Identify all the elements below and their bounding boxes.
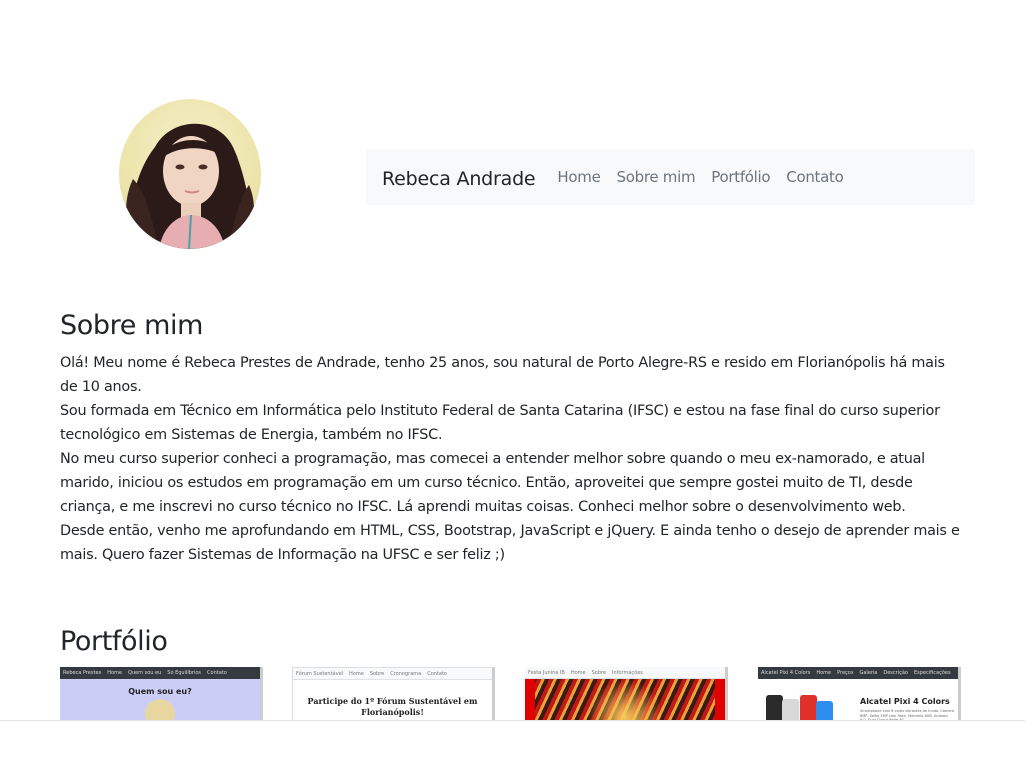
profile-photo bbox=[119, 99, 261, 249]
thumb-navbar: Fórum Sustentável Home Sobre Cronograma … bbox=[293, 668, 492, 680]
about-heading: Sobre mim bbox=[60, 310, 204, 341]
thumb-nav-text: Sobre bbox=[369, 670, 385, 677]
thumb-navbar: Alcatel Pixi 4 Colors Home Preços Galeri… bbox=[758, 667, 958, 679]
about-paragraph: Desde então, venho me aprofundando em HT… bbox=[60, 523, 960, 563]
nav-link-home[interactable]: Home bbox=[557, 168, 600, 186]
thumb-nav-text: Contato bbox=[207, 670, 227, 676]
thumb-nav-text: Especificações bbox=[913, 670, 951, 676]
nav-link-sobre-mim[interactable]: Sobre mim bbox=[617, 168, 696, 186]
thumb-navbar: Rebeca Prestes Home Quem sou eu Só Equil… bbox=[60, 667, 260, 679]
nav-link-portfolio[interactable]: Portfólio bbox=[711, 168, 770, 186]
thumb-nav-text: Só Equilíbrios bbox=[167, 670, 202, 676]
portfolio-item-festa-junina[interactable]: Festa Junina IB Home Sobre Informações bbox=[525, 667, 728, 727]
thumb-nav-text: Informações bbox=[612, 669, 643, 676]
thumb-nav-text: Alcatel Pixi 4 Colors bbox=[761, 670, 811, 676]
navbar-brand[interactable]: Rebeca Andrade bbox=[382, 168, 536, 190]
thumb-nav-text: Sobre bbox=[591, 669, 607, 676]
thumb-nav-text: Fórum Sustentável bbox=[296, 670, 344, 677]
thumb-nav-text: Home bbox=[349, 670, 364, 677]
navbar: Rebeca Andrade Home Sobre mim Portfólio … bbox=[366, 149, 975, 205]
thumb-nav-text: Quem sou eu bbox=[127, 670, 162, 676]
thumb-nav-text: Festa Junina IB bbox=[528, 669, 565, 676]
portfolio-item-alcatel[interactable]: Alcatel Pixi 4 Colors Home Preços Galeri… bbox=[758, 667, 961, 727]
thumb-navbar: Festa Junina IB Home Sobre Informações bbox=[525, 667, 725, 679]
about-paragraph: Olá! Meu nome é Rebeca Prestes de Andrad… bbox=[60, 355, 945, 395]
about-text: Olá! Meu nome é Rebeca Prestes de Andrad… bbox=[60, 351, 965, 567]
horizontal-scrollbar[interactable] bbox=[0, 720, 1025, 768]
profile-photo-icon bbox=[126, 123, 259, 249]
thumb-nav-text: Contato bbox=[427, 670, 447, 677]
thumb-heading: Participe do 1º Fórum Sustentável em Flo… bbox=[307, 696, 478, 717]
thumb-nav-text: Rebeca Prestes bbox=[63, 670, 102, 676]
thumb-nav-text: Preços bbox=[837, 670, 854, 676]
thumb-heading: Quem sou eu? bbox=[128, 687, 192, 696]
about-paragraph: Sou formada em Técnico em Informática pe… bbox=[60, 403, 940, 443]
thumb-nav-text: Home bbox=[570, 669, 586, 676]
thumb-nav-text: Home bbox=[107, 670, 122, 676]
portfolio-item-personal-site[interactable]: Rebeca Prestes Home Quem sou eu Só Equil… bbox=[60, 667, 263, 727]
about-paragraph: No meu curso superior conheci a programa… bbox=[60, 451, 925, 515]
portfolio-item-forum[interactable]: Fórum Sustentável Home Sobre Cronograma … bbox=[292, 667, 495, 727]
thumb-nav-text: Cronograma bbox=[390, 670, 422, 677]
thumb-nav-text: Home bbox=[816, 670, 832, 676]
portfolio-heading: Portfólio bbox=[60, 626, 168, 657]
thumb-heading: Alcatel Pixi 4 Colors bbox=[860, 697, 950, 706]
thumb-nav-text: Descrição bbox=[883, 670, 908, 676]
nav-link-contato[interactable]: Contato bbox=[786, 168, 844, 186]
thumb-nav-text: Galeria bbox=[859, 670, 878, 676]
